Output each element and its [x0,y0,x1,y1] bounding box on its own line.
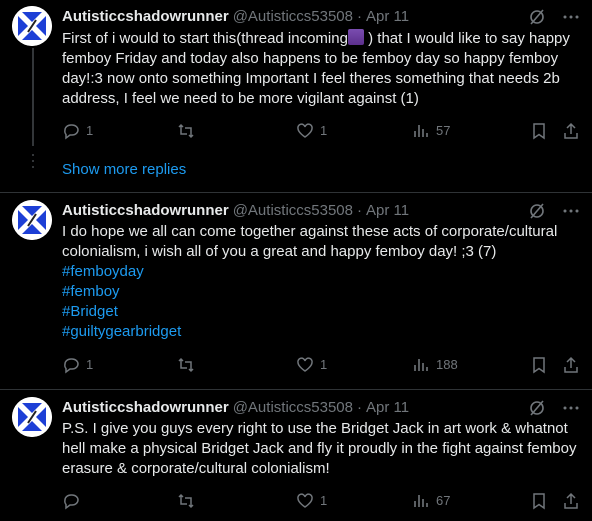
display-name[interactable]: Autisticcshadowrunner [62,398,229,418]
thread-line [32,48,34,146]
divider [0,389,592,390]
retweet-button[interactable] [177,121,201,141]
more-icon[interactable] [562,399,580,417]
views-button[interactable]: 67 [412,491,450,511]
bookmark-icon [533,357,545,374]
user-handle[interactable]: @Autisticcs53508 [233,201,353,221]
views-icon [414,359,428,371]
like-icon [297,357,313,372]
retweet-icon [178,123,194,139]
share-button[interactable] [562,491,580,511]
divider [0,192,592,193]
show-more-replies-link[interactable]: Show more replies [62,160,186,180]
reply-icon [64,494,79,510]
avatar[interactable] [12,200,52,240]
action-bar: 1 67 [62,491,582,511]
retweet-icon [178,357,194,373]
grok-icon[interactable] [528,202,546,220]
more-icon[interactable] [562,202,580,220]
avatar[interactable] [12,397,52,437]
reply-icon [64,358,79,374]
view-count: 57 [436,123,451,138]
display-name[interactable]: Autisticcshadowrunner [62,7,229,27]
retweet-button[interactable] [177,491,201,511]
bookmark-button[interactable] [530,121,548,141]
user-handle[interactable]: @Autisticcs53508 [233,398,353,418]
share-button[interactable] [562,121,580,141]
separator-dot: · [357,8,362,25]
action-bar: 1 1 57 [62,121,582,141]
tweet-text-part: First of i would to start this(thread in… [62,30,348,47]
user-handle[interactable]: @Autisticcs53508 [233,7,353,27]
tweet-header: Autisticcshadowrunner @Autisticcs53508 ·… [62,201,409,221]
bookmark-icon [533,123,545,140]
tweet-date[interactable]: Apr 11 [366,7,409,27]
reply-button[interactable] [62,491,86,511]
tweet-1[interactable]: Autisticcshadowrunner @Autisticcs53508 ·… [0,0,592,150]
hashtag-link[interactable]: #Bridget [62,302,582,322]
more-icon[interactable] [562,8,580,26]
hashtag-link[interactable]: #femboy [62,282,582,302]
share-icon [564,356,578,373]
views-icon [414,125,428,137]
like-button[interactable]: 1 [296,355,327,375]
like-icon [297,123,313,138]
tweet-body: I do hope we all can come together again… [62,223,558,260]
views-button[interactable]: 188 [412,355,458,375]
like-count: 1 [320,493,328,508]
bookmark-button[interactable] [530,355,548,375]
reply-button[interactable]: 1 [62,355,93,375]
avatar[interactable] [12,6,52,46]
reply-button[interactable]: 1 [62,121,93,141]
separator-dot: · [357,399,362,416]
reply-count: 1 [86,123,94,138]
reply-count: 1 [86,357,94,372]
reply-icon [64,124,79,140]
grok-icon[interactable] [528,8,546,26]
like-count: 1 [320,123,328,138]
grok-icon[interactable] [528,399,546,417]
hashtag-link[interactable]: #guiltygearbridget [62,322,582,342]
tweet-text: I do hope we all can come together again… [62,222,582,342]
tweet-2[interactable]: Autisticcshadowrunner @Autisticcs53508 ·… [0,196,592,386]
share-icon [564,122,578,139]
tweet-header: Autisticcshadowrunner @Autisticcs53508 ·… [62,7,409,27]
tweet-date[interactable]: Apr 11 [366,201,409,221]
retweet-button[interactable] [177,355,201,375]
hashtag-link[interactable]: #femboyday [62,262,582,282]
tweet-text: First of i would to start this(thread in… [62,29,582,109]
tweet-3[interactable]: Autisticcshadowrunner @Autisticcs53508 ·… [0,393,592,521]
bookmark-icon [533,493,545,510]
tweet-date[interactable]: Apr 11 [366,398,409,418]
tweet-header: Autisticcshadowrunner @Autisticcs53508 ·… [62,398,409,418]
views-icon [414,495,428,507]
views-button[interactable]: 57 [412,121,450,141]
spool-of-thread-emoji [347,29,364,45]
like-icon [297,493,313,508]
bookmark-button[interactable] [530,491,548,511]
separator-dot: · [357,202,362,219]
view-count: 188 [436,357,458,372]
like-button[interactable]: 1 [296,121,327,141]
reply-feed: Autisticcshadowrunner @Autisticcs53508 ·… [0,0,592,521]
like-count: 1 [320,357,328,372]
view-count: 67 [436,493,451,508]
action-bar: 1 1 188 [62,355,582,375]
share-icon [564,492,578,509]
like-button[interactable]: 1 [296,491,327,511]
thread-gap-dots [32,150,34,172]
display-name[interactable]: Autisticcshadowrunner [62,201,229,221]
retweet-icon [178,493,194,509]
tweet-text: P.S. I give you guys every right to use … [62,420,577,477]
share-button[interactable] [562,355,580,375]
